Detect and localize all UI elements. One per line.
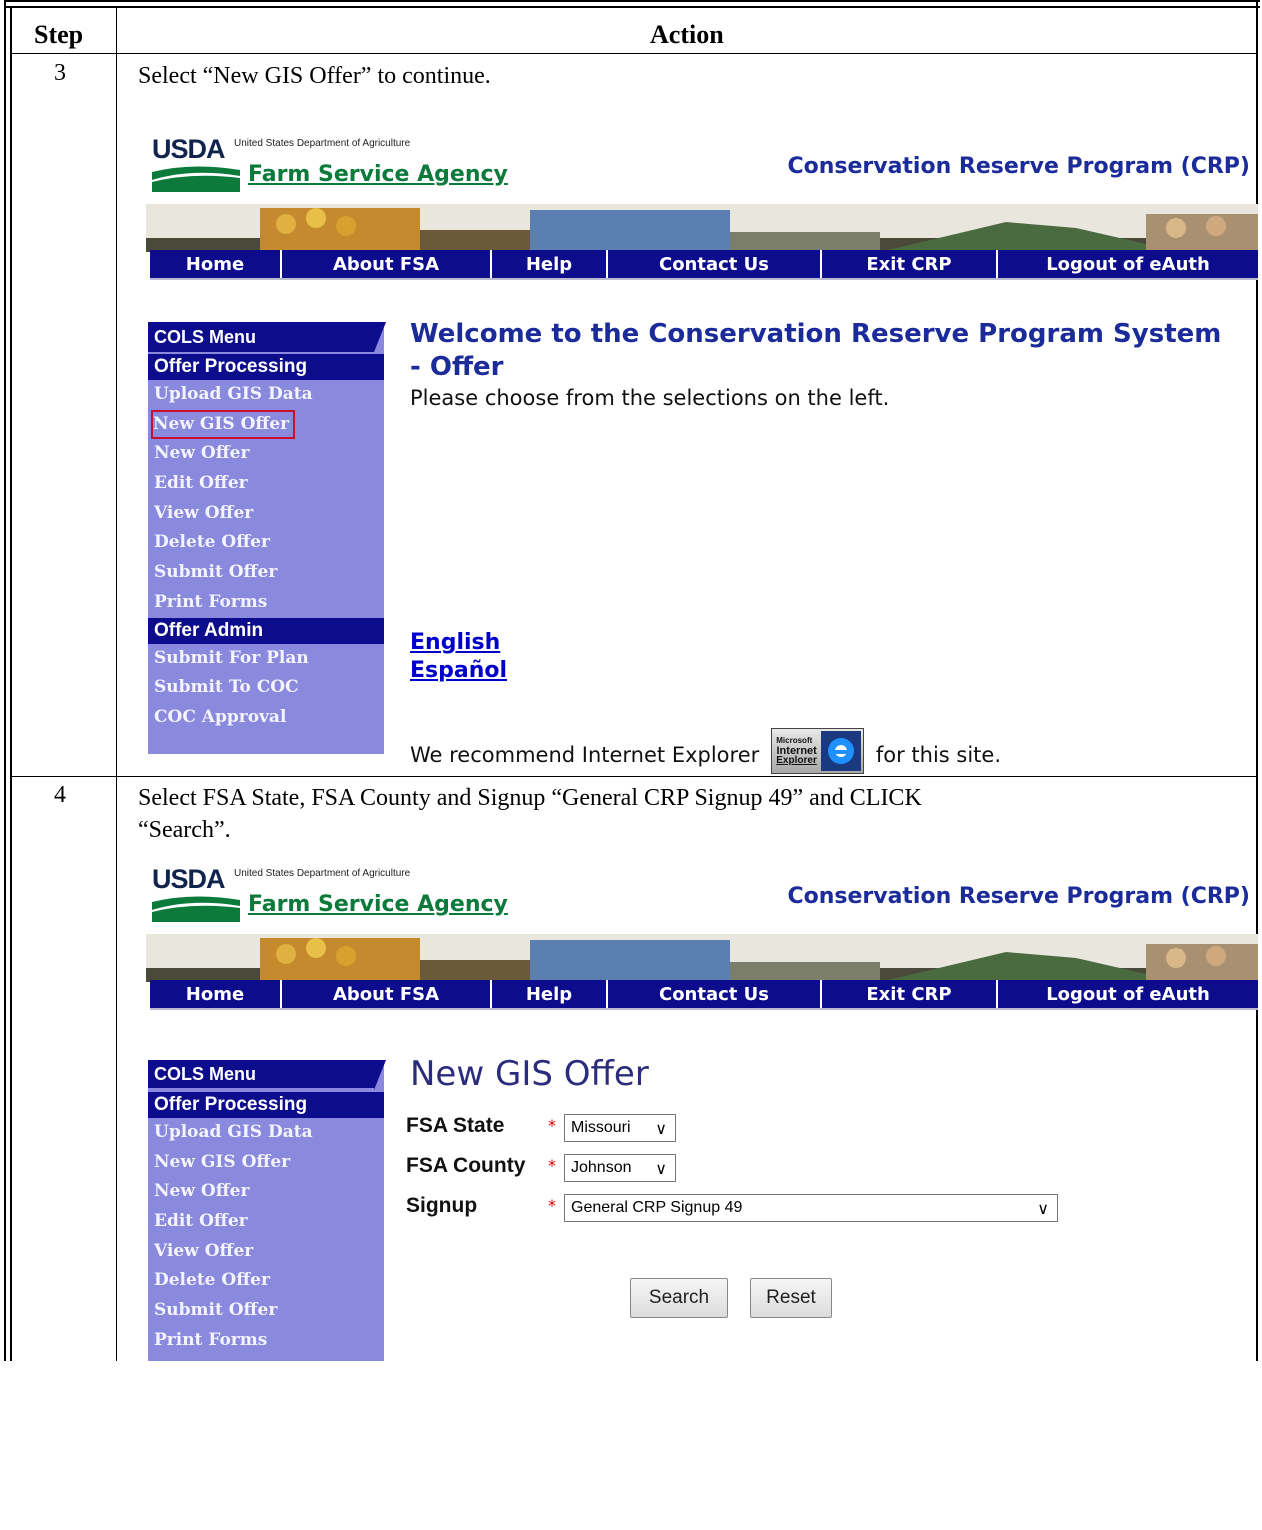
menu-coc-approval[interactable]: COC Approval (148, 703, 384, 733)
chevron-down-icon: ∨ (655, 1161, 667, 1178)
screenshot-welcome: USDA United States Department of Agricul… (134, 130, 1258, 800)
search-button[interactable]: Search (630, 1278, 728, 1318)
menu-title: COLS Menu (148, 322, 374, 352)
menu-delete-offer[interactable]: Delete Offer (148, 1266, 384, 1296)
lang-english-link[interactable]: English (410, 630, 500, 655)
welcome-title-line2: - Offer (410, 352, 504, 382)
menu-print-forms[interactable]: Print Forms (148, 588, 384, 618)
usda-wave-icon (152, 896, 240, 922)
nav-logout[interactable]: Logout of eAuth (998, 980, 1258, 1008)
menu-new-gis-offer[interactable]: New GIS Offer (148, 409, 384, 440)
menu-section-offer-processing: Offer Processing (148, 354, 384, 380)
program-title: Conservation Reserve Program (CRP) (787, 884, 1250, 909)
nav-help[interactable]: Help (492, 980, 608, 1008)
nav-about-fsa[interactable]: About FSA (282, 980, 492, 1008)
department-name: United States Department of Agriculture (234, 138, 411, 149)
chevron-down-icon: ∨ (1037, 1201, 1049, 1218)
welcome-title: Welcome to the Conservation Reserve Prog… (410, 318, 1250, 384)
step-number: 3 (54, 60, 66, 86)
menu-view-offer[interactable]: View Offer (148, 1237, 384, 1267)
menu-upload-gis-data[interactable]: Upload GIS Data (148, 380, 384, 410)
ie-logo-icon (820, 731, 861, 771)
signup-select[interactable]: General CRP Signup 49 ∨ (564, 1194, 1058, 1222)
required-mark: * (548, 1156, 556, 1175)
menu-submit-offer[interactable]: Submit Offer (148, 1296, 384, 1326)
form-title: New GIS Offer (410, 1054, 649, 1094)
menu-edit-offer[interactable]: Edit Offer (148, 1207, 384, 1237)
signup-select-value: General CRP Signup 49 (571, 1199, 743, 1216)
lang-spanish-link[interactable]: Español (410, 658, 507, 683)
menu-section-offer-admin: Offer Admin (148, 617, 384, 644)
usda-logo-text: USDA (152, 134, 226, 164)
state-select[interactable]: Missouri ∨ (564, 1114, 676, 1142)
signup-label: Signup (406, 1194, 478, 1217)
header-banner-image (146, 204, 1258, 252)
agency-link[interactable]: Farm Service Agency (248, 892, 508, 917)
menu-submit-offer[interactable]: Submit Offer (148, 558, 384, 588)
menu-section-offer-processing: Offer Processing (148, 1092, 384, 1118)
internet-explorer-icon: Microsoft Internet Explorer (771, 728, 864, 774)
menu-new-gis-offer[interactable]: New GIS Offer (148, 1148, 384, 1178)
header-banner-image (146, 934, 1258, 982)
nav-help[interactable]: Help (492, 250, 608, 278)
required-mark: * (548, 1116, 556, 1135)
nav-exit-crp[interactable]: Exit CRP (822, 250, 998, 278)
step-instruction-line2: “Search”. (138, 817, 231, 843)
nav-logout[interactable]: Logout of eAuth (998, 250, 1258, 278)
nav-home[interactable]: Home (150, 250, 282, 278)
welcome-title-line1: Welcome to the Conservation Reserve Prog… (410, 319, 1222, 349)
required-mark: * (548, 1196, 556, 1215)
menu-edit-offer[interactable]: Edit Offer (148, 469, 384, 499)
browser-recommendation: We recommend Internet Explorer Microsoft… (410, 728, 1001, 782)
usda-wave-icon (152, 166, 240, 192)
nav-bar: Home About FSA Help Contact Us Exit CRP … (150, 250, 1258, 280)
usda-logo-text: USDA (152, 864, 226, 894)
menu-view-offer[interactable]: View Offer (148, 499, 384, 529)
nav-bar: Home About FSA Help Contact Us Exit CRP … (150, 980, 1258, 1010)
header-action: Action (650, 20, 724, 49)
state-label: FSA State (406, 1114, 505, 1137)
nav-contact-us[interactable]: Contact Us (608, 980, 822, 1008)
nav-about-fsa[interactable]: About FSA (282, 250, 492, 278)
agency-link[interactable]: Farm Service Agency (248, 162, 508, 187)
menu-delete-offer[interactable]: Delete Offer (148, 528, 384, 558)
reset-button[interactable]: Reset (750, 1278, 832, 1318)
nav-exit-crp[interactable]: Exit CRP (822, 980, 998, 1008)
county-select-value: Johnson (571, 1159, 632, 1176)
menu-new-offer[interactable]: New Offer (148, 439, 384, 469)
state-select-value: Missouri (571, 1119, 631, 1136)
nav-home[interactable]: Home (150, 980, 282, 1008)
cols-menu: COLS Menu Offer Processing Upload GIS Da… (148, 322, 386, 754)
county-select[interactable]: Johnson ∨ (564, 1154, 676, 1182)
recommend-text-after: for this site. (875, 743, 1001, 767)
step-instruction: Select “New GIS Offer” to continue. (138, 63, 491, 89)
menu-print-forms[interactable]: Print Forms (148, 1326, 384, 1356)
menu-submit-to-coc[interactable]: Submit To COC (148, 673, 384, 703)
recommend-text: We recommend Internet Explorer (410, 743, 760, 767)
step-number: 4 (54, 782, 66, 808)
menu-new-offer[interactable]: New Offer (148, 1177, 384, 1207)
chevron-down-icon: ∨ (655, 1121, 667, 1138)
menu-submit-for-plan[interactable]: Submit For Plan (148, 644, 384, 674)
menu-title: COLS Menu (148, 1060, 374, 1088)
cols-menu: COLS Menu Offer Processing Upload GIS Da… (148, 1060, 386, 1361)
header-step: Step (34, 20, 84, 49)
welcome-subtitle: Please choose from the selections on the… (410, 386, 890, 410)
program-title: Conservation Reserve Program (CRP) (787, 154, 1250, 179)
nav-contact-us[interactable]: Contact Us (608, 250, 822, 278)
ie-badge-line3: Explorer (776, 755, 817, 766)
highlight-box: New GIS Offer (151, 409, 296, 439)
department-name: United States Department of Agriculture (234, 868, 411, 879)
screenshot-new-gis-offer: USDA United States Department of Agricul… (134, 860, 1258, 1530)
menu-upload-gis-data[interactable]: Upload GIS Data (148, 1118, 384, 1148)
county-label: FSA County (406, 1154, 526, 1177)
